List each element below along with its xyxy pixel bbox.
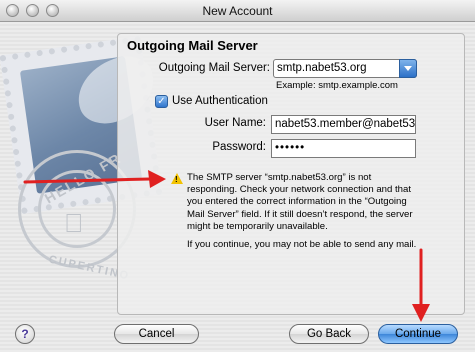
username-label: User Name: [204, 117, 266, 129]
help-button[interactable]: ? [15, 324, 35, 344]
window-title: New Account [202, 4, 273, 18]
chevron-down-icon [404, 66, 412, 71]
outgoing-server-label: Outgoing Mail Server: [158, 62, 270, 74]
go-back-button[interactable]: Go Back [289, 324, 369, 344]
warning-triangle-icon: ! [171, 173, 183, 184]
continue-note: If you continue, you may not be able to … [187, 239, 417, 250]
password-label: Password: [212, 141, 266, 153]
cancel-button[interactable]: Cancel [114, 324, 199, 344]
use-authentication-label[interactable]: Use Authentication [172, 95, 268, 107]
section-title: Outgoing Mail Server [127, 38, 258, 53]
outgoing-server-combobox[interactable]: smtp.nabet53.org [273, 59, 417, 78]
continue-button[interactable]: Continue [378, 324, 458, 344]
warning-message: The SMTP server “smtp.nabet53.org” is no… [187, 172, 413, 232]
apple-logo-icon:  [64, 208, 84, 239]
server-example-hint: Example: smtp.example.com [276, 80, 398, 91]
server-dropdown-button[interactable] [399, 59, 417, 78]
title-bar: New Account [0, 0, 475, 22]
new-account-window: New Account HELLO FR CUPERTINO  Outgoin… [0, 0, 475, 352]
use-authentication-checkbox[interactable]: ✓ [155, 95, 168, 108]
password-field[interactable]: •••••• [271, 139, 416, 158]
username-field[interactable]: nabet53.member@nabet53 [271, 115, 416, 134]
